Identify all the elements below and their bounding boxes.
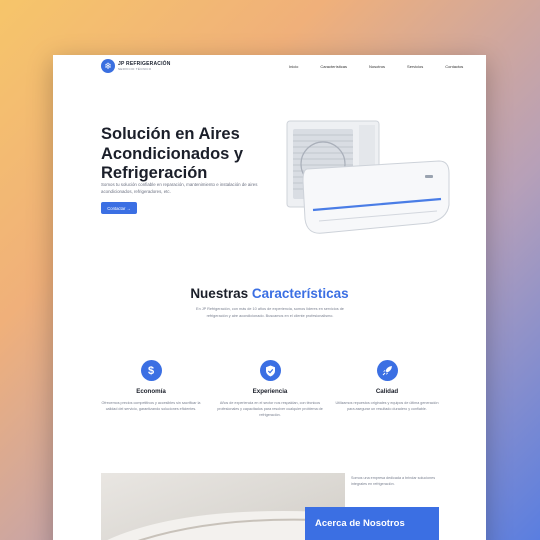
hero-description: Somos tu solución confiable en reparació… — [101, 182, 258, 194]
features-section-description: En JP Refrigeración, con más de 10 años … — [196, 307, 344, 318]
website-page: ❄ JP REFRIGERACIÓN SERVICIO TÉCNICO Inic… — [53, 55, 486, 540]
shield-icon — [259, 360, 281, 381]
features-section-title: Nuestras Características — [53, 286, 486, 301]
snowflake-icon: ❄ — [101, 59, 115, 73]
nav-servicios[interactable]: Servicios — [407, 64, 423, 69]
dollar-icon: $ — [140, 360, 162, 381]
feature-text: Ofrecemos precios competitivos y accesib… — [101, 401, 201, 411]
nav-contactos[interactable]: Contactos — [445, 64, 463, 69]
features-title-plain: Nuestras — [190, 286, 252, 301]
feature-experiencia: Experiencia Años de experiencia en el se… — [210, 360, 330, 418]
rocket-icon — [376, 360, 398, 381]
site-header: ❄ JP REFRIGERACIÓN SERVICIO TÉCNICO Inic… — [53, 55, 486, 81]
about-title: Acerca de Nosotros — [315, 518, 405, 529]
logo-subtitle: SERVICIO TÉCNICO — [118, 67, 152, 71]
about-text: Somos una empresa dedicada a brindar sol… — [351, 476, 436, 486]
feature-economia: $ Economía Ofrecemos precios competitivo… — [91, 360, 211, 412]
feature-calidad: Calidad Utilizamos repuestos originales … — [327, 360, 447, 412]
main-nav: Inicio Características Nosotros Servicio… — [289, 64, 485, 69]
nav-nosotros[interactable]: Nosotros — [369, 64, 385, 69]
hero-title: Solución en Aires Acondicionados y Refri… — [101, 125, 244, 182]
feature-text: Años de experiencia en el sector nos res… — [217, 401, 323, 417]
air-conditioner-image — [286, 120, 450, 234]
about-card: Acerca de Nosotros — [305, 507, 439, 540]
feature-title: Economía — [136, 388, 166, 395]
feature-text: Utilizamos repuestos originales y equipo… — [335, 401, 439, 411]
feature-title: Calidad — [375, 388, 399, 395]
contact-button[interactable]: Contactar → — [101, 202, 137, 214]
nav-inicio[interactable]: Inicio — [289, 64, 298, 69]
site-logo[interactable]: ❄ JP REFRIGERACIÓN SERVICIO TÉCNICO — [101, 59, 171, 73]
nav-caracteristicas[interactable]: Características — [320, 64, 347, 69]
features-title-accent: Características — [251, 286, 349, 301]
feature-title: Experiencia — [252, 388, 288, 395]
logo-text: JP REFRIGERACIÓN SERVICIO TÉCNICO — [118, 61, 171, 71]
